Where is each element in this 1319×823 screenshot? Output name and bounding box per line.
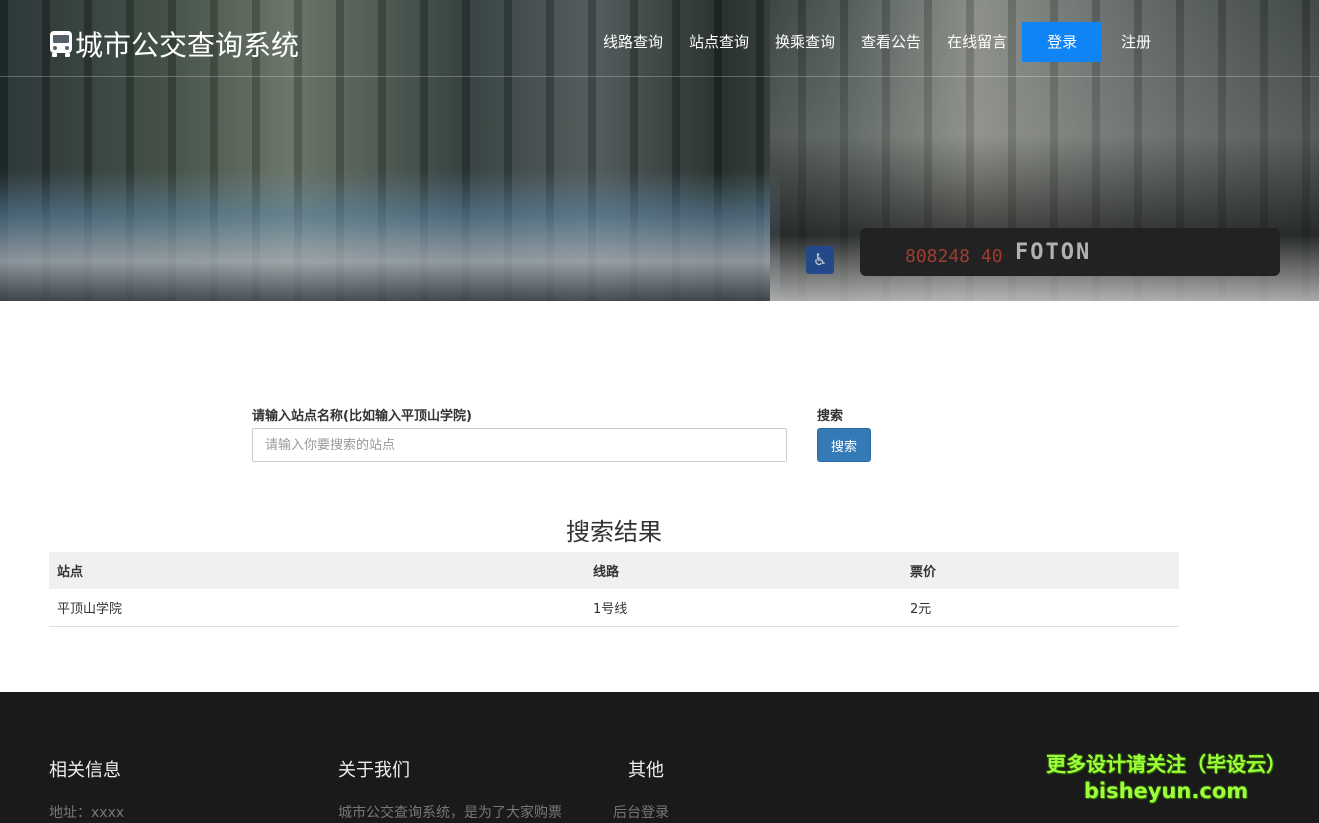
search-label: 请输入站点名称(比如输入平顶山学院) bbox=[252, 409, 472, 424]
site-brand[interactable]: 城市公交查询系统 bbox=[48, 24, 299, 64]
register-link[interactable]: 注册 bbox=[1108, 22, 1164, 62]
bus-icon bbox=[50, 31, 72, 57]
footer-admin-login-link[interactable]: 后台登录 bbox=[613, 802, 669, 822]
table-row: 平顶山学院 1号线 2元 bbox=[49, 589, 1179, 627]
results-table: 站点 线路 票价 平顶山学院 1号线 2元 bbox=[49, 552, 1179, 627]
watermark-line2: bisheyun.com bbox=[1083, 779, 1249, 803]
footer: 相关信息 地址：xxxx 关于我们 城市公交查询系统，是为了大家购票 其他 后台… bbox=[0, 692, 1319, 823]
site-title: 城市公交查询系统 bbox=[75, 29, 300, 62]
nav-transfer-query[interactable]: 换乘查询 bbox=[762, 22, 848, 62]
footer-address: 地址：xxxx bbox=[49, 805, 125, 821]
main-nav: 线路查询 站点查询 换乘查询 查看公告 在线留言 登录 注册 bbox=[590, 22, 1164, 62]
cell-line: 1号线 bbox=[585, 589, 902, 627]
search-button[interactable]: 搜索 bbox=[817, 428, 871, 462]
column-header-station: 站点 bbox=[49, 552, 585, 589]
nav-station-query[interactable]: 站点查询 bbox=[676, 22, 762, 62]
search-input[interactable] bbox=[252, 428, 787, 462]
login-button[interactable]: 登录 bbox=[1022, 22, 1103, 62]
navbar: 城市公交查询系统 线路查询 站点查询 换乘查询 查看公告 在线留言 登录 注册 bbox=[0, 0, 1319, 77]
watermark-line1: 更多设计请关注（毕设云） bbox=[1046, 752, 1286, 776]
cell-price: 2元 bbox=[902, 589, 1179, 627]
cell-station: 平顶山学院 bbox=[49, 589, 585, 627]
hero-banner: ♿ 808248 40 FOTON 城市公交查询系统 线路查询 站点查询 换乘查… bbox=[0, 0, 1319, 301]
footer-info-title: 相关信息 bbox=[49, 760, 121, 781]
watermark: 更多设计请关注（毕设云） bisheyun.com bbox=[1036, 748, 1296, 803]
table-header-row: 站点 线路 票价 bbox=[49, 552, 1179, 589]
footer-other-title: 其他 bbox=[628, 760, 664, 781]
column-header-line: 线路 bbox=[585, 552, 902, 589]
nav-route-query[interactable]: 线路查询 bbox=[590, 22, 676, 62]
nav-announcements[interactable]: 查看公告 bbox=[848, 22, 934, 62]
footer-about-text: 城市公交查询系统，是为了大家购票 bbox=[338, 805, 562, 821]
column-header-price: 票价 bbox=[902, 552, 1179, 589]
results-title: 搜索结果 bbox=[566, 518, 662, 546]
nav-messages[interactable]: 在线留言 bbox=[934, 22, 1020, 62]
search-button-heading: 搜索 bbox=[817, 409, 844, 424]
footer-about-title: 关于我们 bbox=[338, 760, 410, 781]
